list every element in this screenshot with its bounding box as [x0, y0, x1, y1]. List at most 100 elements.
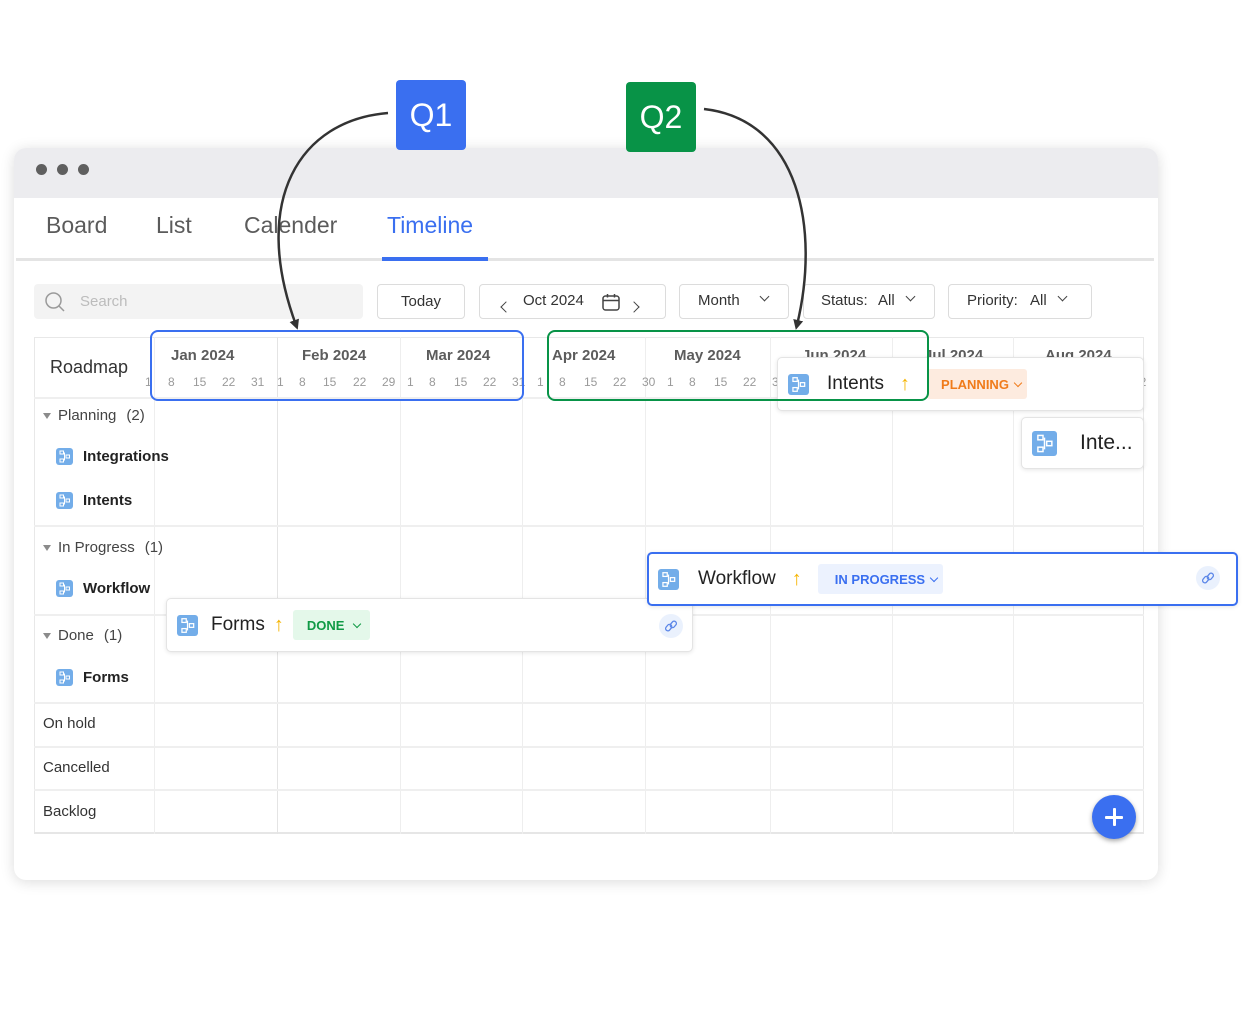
title-bar [14, 148, 1158, 198]
day-tick: 15 [714, 375, 728, 389]
timeline-card-intents[interactable]: Intents ↑ PLANNING [777, 357, 1144, 411]
view-mode-value: Month [698, 292, 740, 309]
status-filter-value: All [878, 292, 895, 309]
tab-timeline[interactable]: Timeline [387, 212, 473, 239]
search-input[interactable] [80, 284, 350, 319]
status-filter[interactable]: Status: All [803, 284, 935, 319]
row-cancelled[interactable]: Cancelled [43, 759, 110, 776]
grid-row-line [34, 789, 1144, 791]
grid-column-line [645, 337, 646, 834]
link-icon[interactable] [1196, 566, 1220, 590]
today-button[interactable]: Today [377, 284, 465, 319]
epic-icon [56, 669, 73, 686]
timeline-card-workflow[interactable]: Workflow ↑ IN PROGRESS [647, 552, 1238, 606]
status-badge-done[interactable]: DONE [292, 610, 371, 640]
item-label: Workflow [83, 580, 151, 597]
tab-list[interactable]: List [156, 212, 192, 239]
period-label[interactable]: Oct 2024 [523, 292, 584, 309]
group-name: In Progress [58, 539, 135, 556]
period-navigator: Oct 2024 [479, 284, 666, 319]
day-tick: 1 [277, 375, 284, 389]
tab-board[interactable]: Board [46, 212, 107, 239]
card-title: Forms [211, 614, 265, 635]
status-badge-planning[interactable]: PLANNING [927, 369, 1027, 399]
chevron-down-icon [1013, 378, 1023, 387]
grid-border-left [34, 337, 35, 834]
collapse-triangle-icon [43, 544, 51, 551]
group-name: Planning [58, 407, 117, 424]
day-tick: 8 [559, 375, 566, 389]
app-window: Board List Calender Timeline Today Oct 2… [14, 148, 1158, 880]
day-tick: 22 [222, 375, 236, 389]
day-tick: 22 [483, 375, 497, 389]
day-tick: 8 [299, 375, 306, 389]
window-control-dot[interactable] [57, 164, 68, 175]
day-tick: 8 [689, 375, 696, 389]
card-title: Intents [827, 373, 885, 394]
next-period-button[interactable] [628, 298, 640, 315]
month-header: Mar 2024 [426, 347, 491, 364]
status-badge-in-progress[interactable]: IN PROGRESS [817, 564, 944, 594]
day-tick: 1 [537, 375, 544, 389]
row-backlog[interactable]: Backlog [43, 803, 96, 820]
timeline-card-integrations[interactable]: Inte... [1021, 417, 1144, 469]
group-planning[interactable]: Planning (2) [43, 407, 145, 424]
day-tick: 31 [251, 375, 265, 389]
view-mode-select[interactable]: Month [679, 284, 789, 319]
chevron-down-icon [905, 291, 916, 302]
day-tick: 29 [382, 375, 396, 389]
group-count: (1) [103, 627, 123, 644]
window-control-dot[interactable] [78, 164, 89, 175]
month-header: Apr 2024 [552, 347, 616, 364]
day-tick: 22 [353, 375, 367, 389]
search-icon [44, 291, 66, 318]
epic-icon [177, 614, 198, 636]
roadmap-item-integrations[interactable]: Integrations [56, 448, 169, 465]
group-count: (2) [126, 407, 145, 424]
priority-filter-label: Priority: [967, 292, 1018, 309]
chevron-down-icon [1057, 291, 1068, 302]
day-tick: 22 [743, 375, 757, 389]
grid-border-top [34, 337, 1144, 338]
day-tick: 22 [613, 375, 627, 389]
grid-border-bottom [34, 832, 1144, 834]
link-icon[interactable] [659, 614, 683, 638]
row-on-hold[interactable]: On hold [43, 715, 96, 732]
month-header: Feb 2024 [302, 347, 367, 364]
month-header: May 2024 [674, 347, 741, 364]
day-tick: 15 [193, 375, 207, 389]
grid-column-line [400, 337, 401, 834]
search-box[interactable] [34, 284, 363, 319]
roadmap-item-intents[interactable]: Intents [56, 492, 132, 509]
tab-calender[interactable]: Calender [244, 212, 337, 239]
day-tick: 1 [407, 375, 414, 389]
chevron-left-icon [500, 301, 512, 313]
group-count: (1) [144, 539, 164, 556]
priority-filter[interactable]: Priority: All [948, 284, 1092, 319]
roadmap-item-workflow[interactable]: Workflow [56, 580, 150, 597]
calendar-icon[interactable] [601, 292, 621, 316]
chevron-down-icon [353, 619, 362, 628]
day-tick: 15 [323, 375, 337, 389]
group-in-progress[interactable]: In Progress (1) [43, 539, 163, 556]
group-done[interactable]: Done (1) [43, 627, 122, 644]
epic-icon [56, 492, 73, 509]
item-label: Integrations [83, 448, 169, 465]
month-header: Jan 2024 [171, 347, 235, 364]
window-control-dot[interactable] [36, 164, 47, 175]
chevron-down-icon [759, 291, 770, 302]
priority-high-icon: ↑ [273, 613, 284, 636]
collapse-triangle-icon [43, 632, 51, 639]
chevron-down-icon [929, 573, 939, 582]
roadmap-item-forms[interactable]: Forms [56, 669, 129, 686]
group-name: Done [58, 627, 94, 644]
grid-row-line [34, 702, 1144, 704]
chevron-right-icon [628, 301, 640, 313]
add-item-button[interactable] [1092, 795, 1136, 839]
previous-period-button[interactable] [500, 298, 512, 315]
day-tick: 31 [512, 375, 526, 389]
active-tab-indicator [382, 257, 488, 261]
timeline-card-forms[interactable]: Forms ↑ DONE [166, 598, 693, 652]
q1-label: Q1 [396, 80, 466, 150]
card-title: Workflow [698, 568, 776, 589]
